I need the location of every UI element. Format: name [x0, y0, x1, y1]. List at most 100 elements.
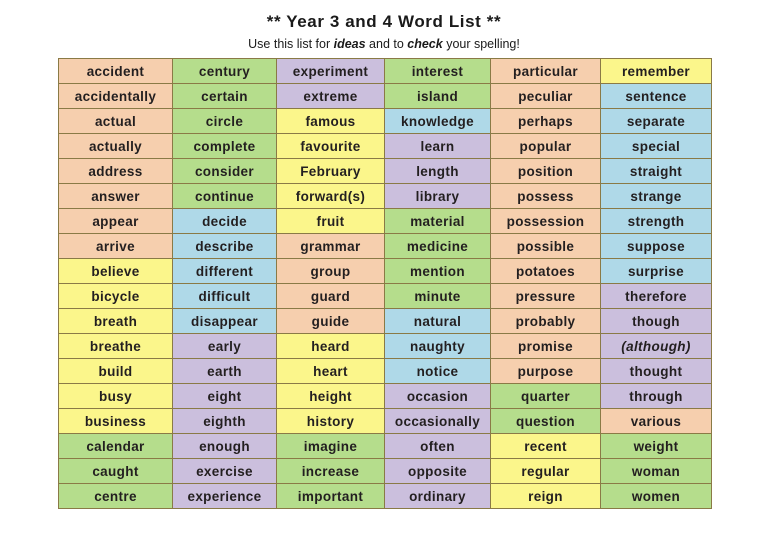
table-row: accidentally certain extreme island peculiar…: [58, 83, 712, 109]
word-cell: promise: [490, 333, 601, 359]
word-cell: fruit: [276, 208, 385, 234]
word-cell: particular: [490, 58, 601, 84]
word-cell: breath: [58, 308, 173, 334]
word-cell: busy: [58, 383, 173, 409]
table-row: answer continue forward(s) library possess st…: [58, 183, 712, 209]
word-cell: height: [276, 383, 385, 409]
word-cell: difficult: [172, 283, 277, 309]
word-cell: guard: [276, 283, 385, 309]
word-cell: various: [600, 408, 712, 434]
word-cell: different: [172, 258, 277, 284]
page-header: ** Year 3 and 4 Word List ** Use this li…: [0, 0, 768, 52]
table-row: busy eight height occasion quarter through: [58, 383, 712, 409]
word-cell: therefore: [600, 283, 712, 309]
word-cell: disappear: [172, 308, 277, 334]
table-row: bicycle difficult guard minute pressure there…: [58, 283, 712, 309]
table-row: believe different group mention potatoes surp…: [58, 258, 712, 284]
table-row: address consider February length position str…: [58, 158, 712, 184]
word-cell: extreme: [276, 83, 385, 109]
table-row: breath disappear guide natural probably thoug…: [58, 308, 712, 334]
word-cell: library: [384, 183, 491, 209]
table-row: build earth heart notice purpose thought: [58, 358, 712, 384]
word-cell: reign: [490, 483, 601, 509]
word-cell: believe: [58, 258, 173, 284]
word-cell: famous: [276, 108, 385, 134]
word-cell: thought: [600, 358, 712, 384]
word-cell: forward(s): [276, 183, 385, 209]
word-cell: early: [172, 333, 277, 359]
subtitle-emphasis-ideas: ideas: [333, 36, 366, 51]
word-cell: eighth: [172, 408, 277, 434]
word-cell: learn: [384, 133, 491, 159]
word-cell: through: [600, 383, 712, 409]
word-cell: complete: [172, 133, 277, 159]
word-cell: possession: [490, 208, 601, 234]
word-cell: weight: [600, 433, 712, 459]
word-cell: recent: [490, 433, 601, 459]
word-cell: strength: [600, 208, 712, 234]
word-cell: calendar: [58, 433, 173, 459]
word-cell: occasionally: [384, 408, 491, 434]
word-cell: grammar: [276, 233, 385, 259]
word-cell: women: [600, 483, 712, 509]
subtitle-text-middle: and to: [365, 36, 408, 51]
word-cell: possible: [490, 233, 601, 259]
word-cell: circle: [172, 108, 277, 134]
subtitle-text-before: Use this list for: [248, 36, 334, 51]
word-cell: heart: [276, 358, 385, 384]
word-cell: medicine: [384, 233, 491, 259]
word-cell: enough: [172, 433, 277, 459]
word-cell: bicycle: [58, 283, 173, 309]
word-cell: increase: [276, 458, 385, 484]
word-cell: actually: [58, 133, 173, 159]
word-cell: business: [58, 408, 173, 434]
word-cell: consider: [172, 158, 277, 184]
table-row: centre experience important ordinary reign wo…: [58, 483, 712, 509]
word-cell: perhaps: [490, 108, 601, 134]
word-cell: continue: [172, 183, 277, 209]
table-row: actually complete favourite learn popular spe…: [58, 133, 712, 159]
word-cell: exercise: [172, 458, 277, 484]
word-cell: occasion: [384, 383, 491, 409]
word-cell: probably: [490, 308, 601, 334]
word-cell: favourite: [276, 133, 385, 159]
word-cell: minute: [384, 283, 491, 309]
word-cell: appear: [58, 208, 173, 234]
word-cell: group: [276, 258, 385, 284]
word-cell: February: [276, 158, 385, 184]
word-cell: regular: [490, 458, 601, 484]
word-cell: strange: [600, 183, 712, 209]
word-cell: purpose: [490, 358, 601, 384]
word-cell: sentence: [600, 83, 712, 109]
word-cell: though: [600, 308, 712, 334]
table-row: arrive describe grammar medicine possible sup…: [58, 233, 712, 259]
table-row: business eighth history occasionally questio…: [58, 408, 712, 434]
word-cell: caught: [58, 458, 173, 484]
word-cell: naughty: [384, 333, 491, 359]
word-cell: describe: [172, 233, 277, 259]
word-list-table-container: accident century experiment interest particu…: [58, 58, 712, 509]
word-cell: opposite: [384, 458, 491, 484]
word-cell: certain: [172, 83, 277, 109]
page-title: ** Year 3 and 4 Word List **: [266, 12, 502, 31]
word-list-table: accident century experiment interest particu…: [58, 58, 712, 509]
word-cell: build: [58, 358, 173, 384]
word-cell: centre: [58, 483, 173, 509]
word-cell: guide: [276, 308, 385, 334]
word-cell: possess: [490, 183, 601, 209]
word-cell: decide: [172, 208, 277, 234]
table-row: caught exercise increase opposite regular wom…: [58, 458, 712, 484]
word-cell: pressure: [490, 283, 601, 309]
subtitle-emphasis-check: check: [407, 36, 443, 51]
word-cell: special: [600, 133, 712, 159]
word-cell: earth: [172, 358, 277, 384]
word-cell: surprise: [600, 258, 712, 284]
word-cell: actual: [58, 108, 173, 134]
word-cell: arrive: [58, 233, 173, 259]
table-row: appear decide fruit material possession stren…: [58, 208, 712, 234]
word-list-body: accident century experiment interest particu…: [58, 58, 712, 509]
word-cell: eight: [172, 383, 277, 409]
word-cell: accident: [58, 58, 173, 84]
word-cell: length: [384, 158, 491, 184]
table-row: calendar enough imagine often recent weight: [58, 433, 712, 459]
